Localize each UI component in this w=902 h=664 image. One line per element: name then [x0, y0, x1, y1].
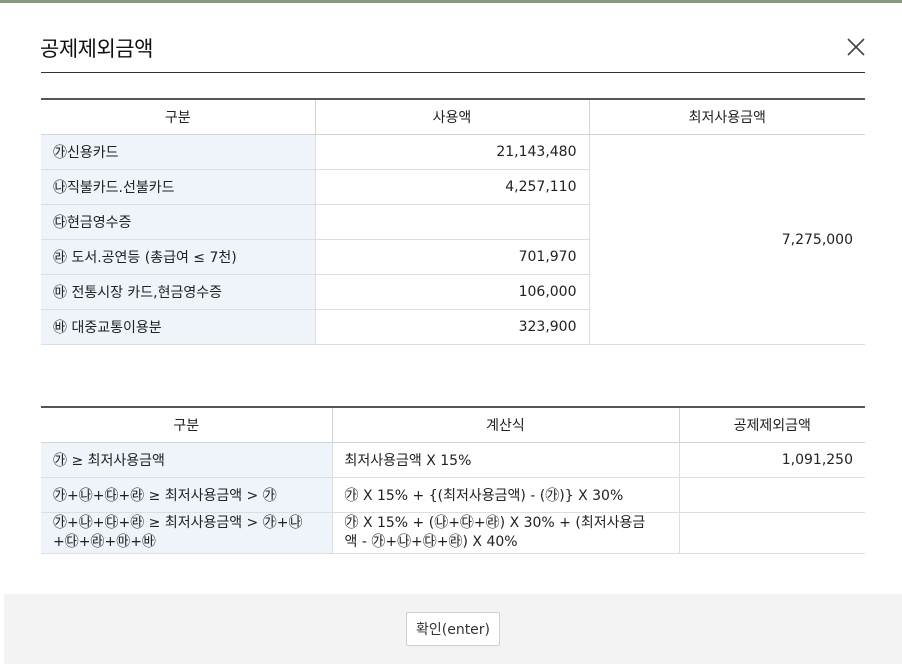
row-label: ㉮+㉯+㉰+㉱ ≥ 최저사용금액 > ㉮+㉯ +㉰+㉱+㉲+㉳ [41, 512, 332, 554]
deduction-exclusion-dialog: 공제제외금액 구분 사용액 최저사용금액 ㉮신용카드 21,143,480 7,… [4, 3, 902, 664]
row-label: ㉰현금영수증 [41, 204, 315, 240]
header-usage-amount: 사용액 [314, 98, 589, 135]
table-row: ㉮신용카드 21,143,480 7,275,000 [41, 134, 865, 345]
header-category: 구분 [41, 98, 315, 135]
header-exclusion-amount: 공제제외금액 [678, 406, 865, 443]
row-amount [678, 512, 865, 554]
title-divider [41, 72, 865, 73]
header-formula: 계산식 [331, 406, 679, 443]
row-formula-line2: 액 - ㉮+㉯+㉰+㉱) X 40% [344, 534, 518, 550]
row-amount: 701,970 [314, 239, 589, 275]
row-amount: 21,143,480 [314, 134, 589, 170]
row-amount: 1,091,250 [678, 442, 865, 478]
row-label: ㉳ 대중교통이용분 [41, 309, 315, 345]
row-label: ㉯직불카드.선불카드 [41, 169, 315, 205]
row-amount [678, 477, 865, 513]
row-label-line2: +㉰+㉱+㉲+㉳ [53, 534, 156, 550]
row-formula: ㉮ X 15% + (㉯+㉰+㉱) X 30% + (최저사용금 액 - ㉮+㉯… [331, 512, 679, 554]
table-row: ㉮+㉯+㉰+㉱ ≥ 최저사용금액 > ㉮ ㉮ X 15% + {(최저사용금액)… [41, 477, 865, 513]
row-label: ㉮+㉯+㉰+㉱ ≥ 최저사용금액 > ㉮ [41, 477, 332, 513]
row-amount [314, 204, 589, 240]
exclusion-calculation-table: 구분 계산식 공제제외금액 ㉮ ≥ 최저사용금액 최저사용금액 X 15% 1,… [41, 406, 865, 554]
confirm-button[interactable]: 확인(enter) [406, 612, 500, 646]
header-minimum-amount: 최저사용금액 [588, 98, 865, 135]
row-formula: 최저사용금액 X 15% [331, 442, 679, 478]
close-icon[interactable] [844, 35, 868, 59]
dialog-footer: 확인(enter) [4, 594, 902, 664]
row-amount: 106,000 [314, 274, 589, 310]
minimum-amount-value: 7,275,000 [588, 134, 865, 345]
row-label: ㉮ ≥ 최저사용금액 [41, 442, 332, 478]
usage-amount-table: 구분 사용액 최저사용금액 ㉮신용카드 21,143,480 7,275,000… [41, 98, 865, 345]
row-formula-line1: ㉮ X 15% + (㉯+㉰+㉱) X 30% + (최저사용금 [344, 515, 646, 531]
row-label: ㉱ 도서.공연등 (총급여 ≤ 7천) [41, 239, 315, 275]
table-header-row: 구분 사용액 최저사용금액 [41, 98, 865, 135]
row-amount: 323,900 [314, 309, 589, 345]
table-row: ㉮ ≥ 최저사용금액 최저사용금액 X 15% 1,091,250 [41, 442, 865, 478]
table-header-row: 구분 계산식 공제제외금액 [41, 406, 865, 443]
row-label: ㉮신용카드 [41, 134, 315, 170]
dialog-title: 공제제외금액 [40, 37, 153, 61]
row-formula: ㉮ X 15% + {(최저사용금액) - (㉮)} X 30% [331, 477, 679, 513]
row-label-line1: ㉮+㉯+㉰+㉱ ≥ 최저사용금액 > ㉮+㉯ [53, 515, 303, 531]
table-row: ㉮+㉯+㉰+㉱ ≥ 최저사용금액 > ㉮+㉯ +㉰+㉱+㉲+㉳ ㉮ X 15% … [41, 512, 865, 554]
row-amount: 4,257,110 [314, 169, 589, 205]
row-label: ㉲ 전통시장 카드,현금영수증 [41, 274, 315, 310]
header-category: 구분 [41, 406, 332, 443]
